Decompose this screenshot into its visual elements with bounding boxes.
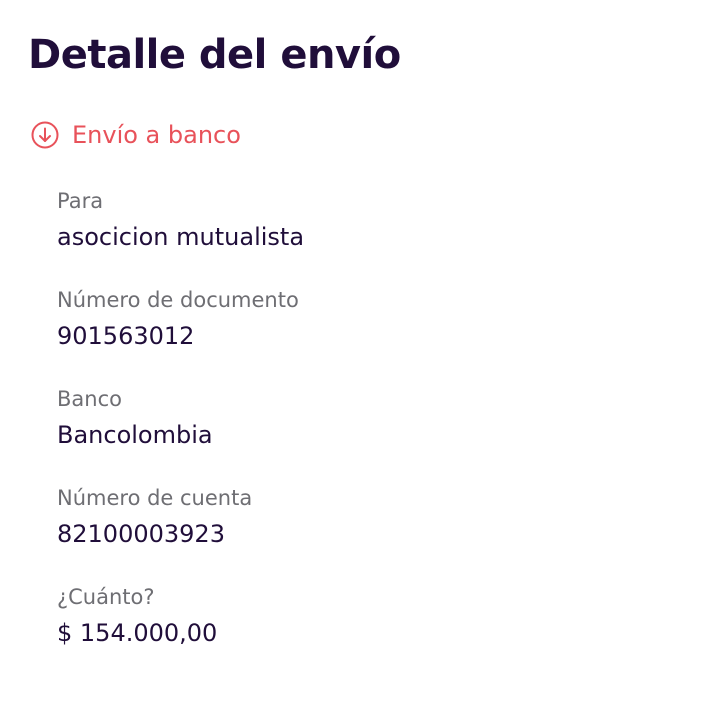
account-number-value: 82100003923 — [57, 520, 225, 548]
amount-label: ¿Cuánto? — [57, 585, 155, 609]
transfer-type-header: Envío a banco — [30, 120, 241, 150]
document-number-value: 901563012 — [57, 322, 195, 350]
account-number-label: Número de cuenta — [57, 486, 253, 510]
recipient-label: Para — [57, 189, 104, 213]
recipient-value: asocicion mutualista — [57, 223, 305, 251]
account-number-field: Número de cuenta 82100003923 — [57, 485, 252, 549]
amount-value: $ 154.000,00 — [57, 619, 218, 647]
bank-field: Banco Bancolombia — [57, 386, 213, 450]
bank-label: Banco — [57, 387, 122, 411]
document-number-field: Número de documento 901563012 — [57, 287, 299, 351]
bank-value: Bancolombia — [57, 421, 213, 449]
transfer-detail-page: Detalle del envío Envío a banco Para aso… — [0, 0, 720, 701]
document-number-label: Número de documento — [57, 288, 299, 312]
amount-field: ¿Cuánto? $ 154.000,00 — [57, 584, 217, 648]
arrow-down-circle-icon — [30, 120, 60, 150]
transfer-type-label: Envío a banco — [72, 121, 241, 149]
page-title: Detalle del envío — [28, 32, 401, 78]
recipient-field: Para asocicion mutualista — [57, 188, 304, 252]
